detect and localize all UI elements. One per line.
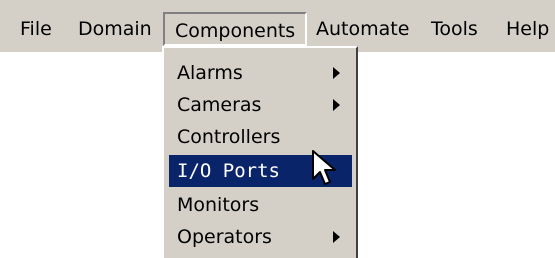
menu-tools[interactable]: Tools xyxy=(431,14,478,44)
menu-domain[interactable]: Domain xyxy=(78,14,152,44)
menu-item-label: Cameras xyxy=(177,94,262,116)
submenu-arrow-icon xyxy=(333,231,340,243)
menu-item-label: Operators xyxy=(177,226,272,248)
menu-item-alarms[interactable]: Alarms xyxy=(169,57,352,89)
menu-item-label: I/O Ports xyxy=(177,160,280,182)
menu-item-label: Monitors xyxy=(177,194,260,216)
menu-item-operators[interactable]: Operators xyxy=(169,221,352,253)
menu-bar: File Domain Components Automate Tools He… xyxy=(0,0,555,52)
menu-item-controllers[interactable]: Controllers xyxy=(169,121,352,153)
submenu-arrow-icon xyxy=(333,99,340,111)
menu-item-cameras[interactable]: Cameras xyxy=(169,89,352,121)
menu-automate[interactable]: Automate xyxy=(316,14,409,44)
submenu-arrow-icon xyxy=(333,67,340,79)
arrow-pointer-icon xyxy=(312,150,336,185)
menu-item-label: Alarms xyxy=(177,62,243,84)
menu-components[interactable]: Components xyxy=(163,12,308,46)
menu-item-label: Controllers xyxy=(177,126,281,148)
menu-item-monitors[interactable]: Monitors xyxy=(169,189,352,221)
menu-file[interactable]: File xyxy=(20,14,52,44)
menu-help[interactable]: Help xyxy=(506,14,549,44)
